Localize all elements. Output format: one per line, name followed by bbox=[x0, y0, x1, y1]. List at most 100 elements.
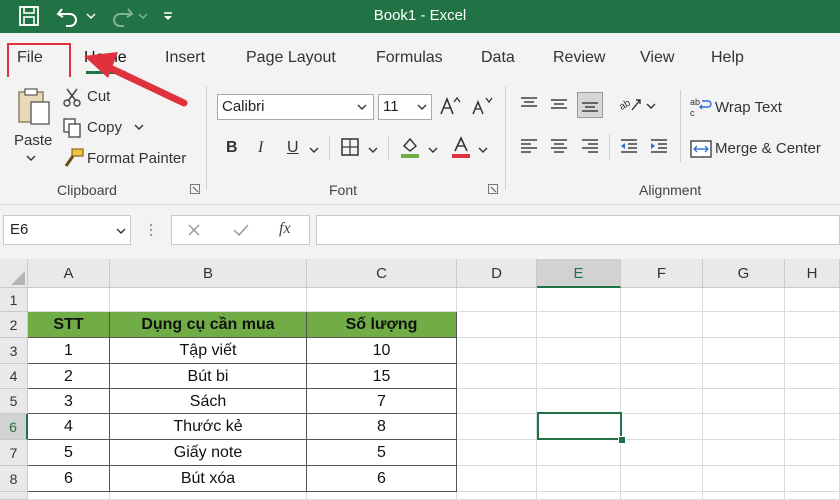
grid-cell[interactable] bbox=[110, 492, 307, 500]
table-cell[interactable]: 6 bbox=[28, 466, 110, 492]
table-cell[interactable]: Tập viết bbox=[110, 338, 307, 364]
grid-cell[interactable] bbox=[703, 492, 785, 500]
grid-cell[interactable] bbox=[307, 492, 457, 500]
tab-insert[interactable]: Insert bbox=[165, 49, 205, 67]
font-color-dropdown-icon[interactable] bbox=[478, 145, 488, 155]
grid-cell[interactable] bbox=[621, 466, 703, 492]
grid-cell[interactable] bbox=[28, 288, 110, 312]
grid-cell[interactable] bbox=[785, 389, 840, 414]
merge-center-icon[interactable] bbox=[690, 138, 712, 160]
column-header[interactable]: D bbox=[457, 259, 537, 288]
name-box-dropdown-icon[interactable] bbox=[115, 226, 127, 236]
cut-button[interactable]: Cut bbox=[87, 88, 110, 105]
copy-icon[interactable] bbox=[62, 118, 82, 138]
fill-color-icon[interactable] bbox=[398, 135, 422, 159]
grid-cell[interactable] bbox=[785, 466, 840, 492]
enter-icon[interactable] bbox=[231, 221, 251, 239]
select-all-corner[interactable] bbox=[0, 259, 28, 288]
table-cell[interactable]: 15 bbox=[307, 364, 457, 389]
grid-cell[interactable] bbox=[537, 312, 621, 338]
grid-cell[interactable] bbox=[457, 338, 537, 364]
grid-cell[interactable] bbox=[703, 414, 785, 440]
font-launcher-icon[interactable] bbox=[488, 184, 498, 194]
row-header[interactable]: 1 bbox=[0, 288, 28, 312]
wrap-text-icon[interactable]: ab c bbox=[690, 96, 712, 118]
bottom-align-icon[interactable] bbox=[577, 92, 603, 118]
tab-data[interactable]: Data bbox=[481, 49, 515, 67]
grid-cell[interactable] bbox=[537, 364, 621, 389]
grid-cell[interactable] bbox=[703, 364, 785, 389]
grid-cell[interactable] bbox=[785, 414, 840, 440]
table-cell[interactable]: 3 bbox=[28, 389, 110, 414]
grid-cell[interactable] bbox=[785, 492, 840, 500]
tab-home[interactable]: Home bbox=[84, 49, 127, 67]
grid-cell[interactable] bbox=[621, 338, 703, 364]
fill-color-dropdown-icon[interactable] bbox=[428, 145, 438, 155]
grid-cell[interactable] bbox=[785, 364, 840, 389]
column-header[interactable]: F bbox=[621, 259, 703, 288]
grid-cell[interactable] bbox=[703, 466, 785, 492]
table-cell[interactable]: 6 bbox=[307, 466, 457, 492]
row-header[interactable] bbox=[0, 492, 28, 500]
table-cell[interactable]: Thước kẻ bbox=[110, 414, 307, 440]
grid-cell[interactable] bbox=[703, 288, 785, 312]
grid-cell[interactable] bbox=[110, 288, 307, 312]
increase-indent-icon[interactable] bbox=[648, 136, 670, 158]
column-header[interactable]: G bbox=[703, 259, 785, 288]
grid-cell[interactable] bbox=[307, 288, 457, 312]
table-cell[interactable]: 8 bbox=[307, 414, 457, 440]
column-header-selected[interactable]: E bbox=[537, 259, 621, 288]
row-header[interactable]: 7 bbox=[0, 440, 28, 466]
table-cell[interactable]: 5 bbox=[307, 440, 457, 466]
table-cell[interactable]: Bút bi bbox=[110, 364, 307, 389]
grid-cell[interactable] bbox=[457, 312, 537, 338]
column-header[interactable]: C bbox=[307, 259, 457, 288]
grid-cell[interactable] bbox=[537, 492, 621, 500]
grid-cell[interactable] bbox=[785, 312, 840, 338]
table-cell[interactable]: 5 bbox=[28, 440, 110, 466]
grid-cell[interactable] bbox=[703, 440, 785, 466]
format-painter-button[interactable]: Format Painter bbox=[87, 150, 186, 167]
grid-cell[interactable] bbox=[457, 414, 537, 440]
tab-page-layout[interactable]: Page Layout bbox=[246, 49, 336, 67]
active-cell-e6[interactable] bbox=[537, 412, 622, 440]
grid-cell[interactable] bbox=[621, 492, 703, 500]
italic-button[interactable]: I bbox=[258, 139, 263, 157]
middle-align-icon[interactable] bbox=[548, 93, 570, 115]
row-header[interactable]: 3 bbox=[0, 338, 28, 364]
grid-cell[interactable] bbox=[537, 288, 621, 312]
grid-cell[interactable] bbox=[785, 338, 840, 364]
table-header-cell[interactable]: Số lượng bbox=[307, 312, 457, 338]
grid-cell[interactable] bbox=[621, 440, 703, 466]
table-cell[interactable]: 1 bbox=[28, 338, 110, 364]
table-cell[interactable]: 2 bbox=[28, 364, 110, 389]
font-name-select[interactable]: Calibri bbox=[217, 94, 374, 120]
row-header[interactable]: 8 bbox=[0, 466, 28, 492]
font-color-icon[interactable] bbox=[449, 135, 473, 159]
font-name-dropdown-icon[interactable] bbox=[356, 102, 368, 112]
grid-cell[interactable] bbox=[785, 288, 840, 312]
tab-view[interactable]: View bbox=[640, 49, 674, 67]
grid-cell[interactable] bbox=[621, 288, 703, 312]
grid-cell[interactable] bbox=[537, 440, 621, 466]
table-cell[interactable]: 4 bbox=[28, 414, 110, 440]
table-cell[interactable]: 7 bbox=[307, 389, 457, 414]
orientation-dropdown-icon[interactable] bbox=[646, 101, 656, 111]
decrease-font-size-icon[interactable] bbox=[470, 94, 494, 118]
align-center-icon[interactable] bbox=[548, 136, 570, 158]
decrease-indent-icon[interactable] bbox=[618, 136, 640, 158]
table-cell[interactable]: Giấy note bbox=[110, 440, 307, 466]
paste-icon[interactable] bbox=[16, 86, 52, 126]
grid-cell[interactable] bbox=[457, 288, 537, 312]
row-header[interactable]: 5 bbox=[0, 389, 28, 414]
wrap-text-button[interactable]: Wrap Text bbox=[715, 99, 782, 116]
column-header[interactable]: H bbox=[785, 259, 840, 288]
tab-help[interactable]: Help bbox=[711, 49, 744, 67]
underline-button[interactable]: U bbox=[287, 139, 299, 157]
borders-icon[interactable] bbox=[340, 137, 360, 157]
align-left-icon[interactable] bbox=[518, 136, 540, 158]
name-box[interactable]: E6 bbox=[3, 215, 131, 245]
grid-cell[interactable] bbox=[621, 312, 703, 338]
increase-font-size-icon[interactable] bbox=[438, 94, 462, 118]
grid-cell[interactable] bbox=[457, 492, 537, 500]
